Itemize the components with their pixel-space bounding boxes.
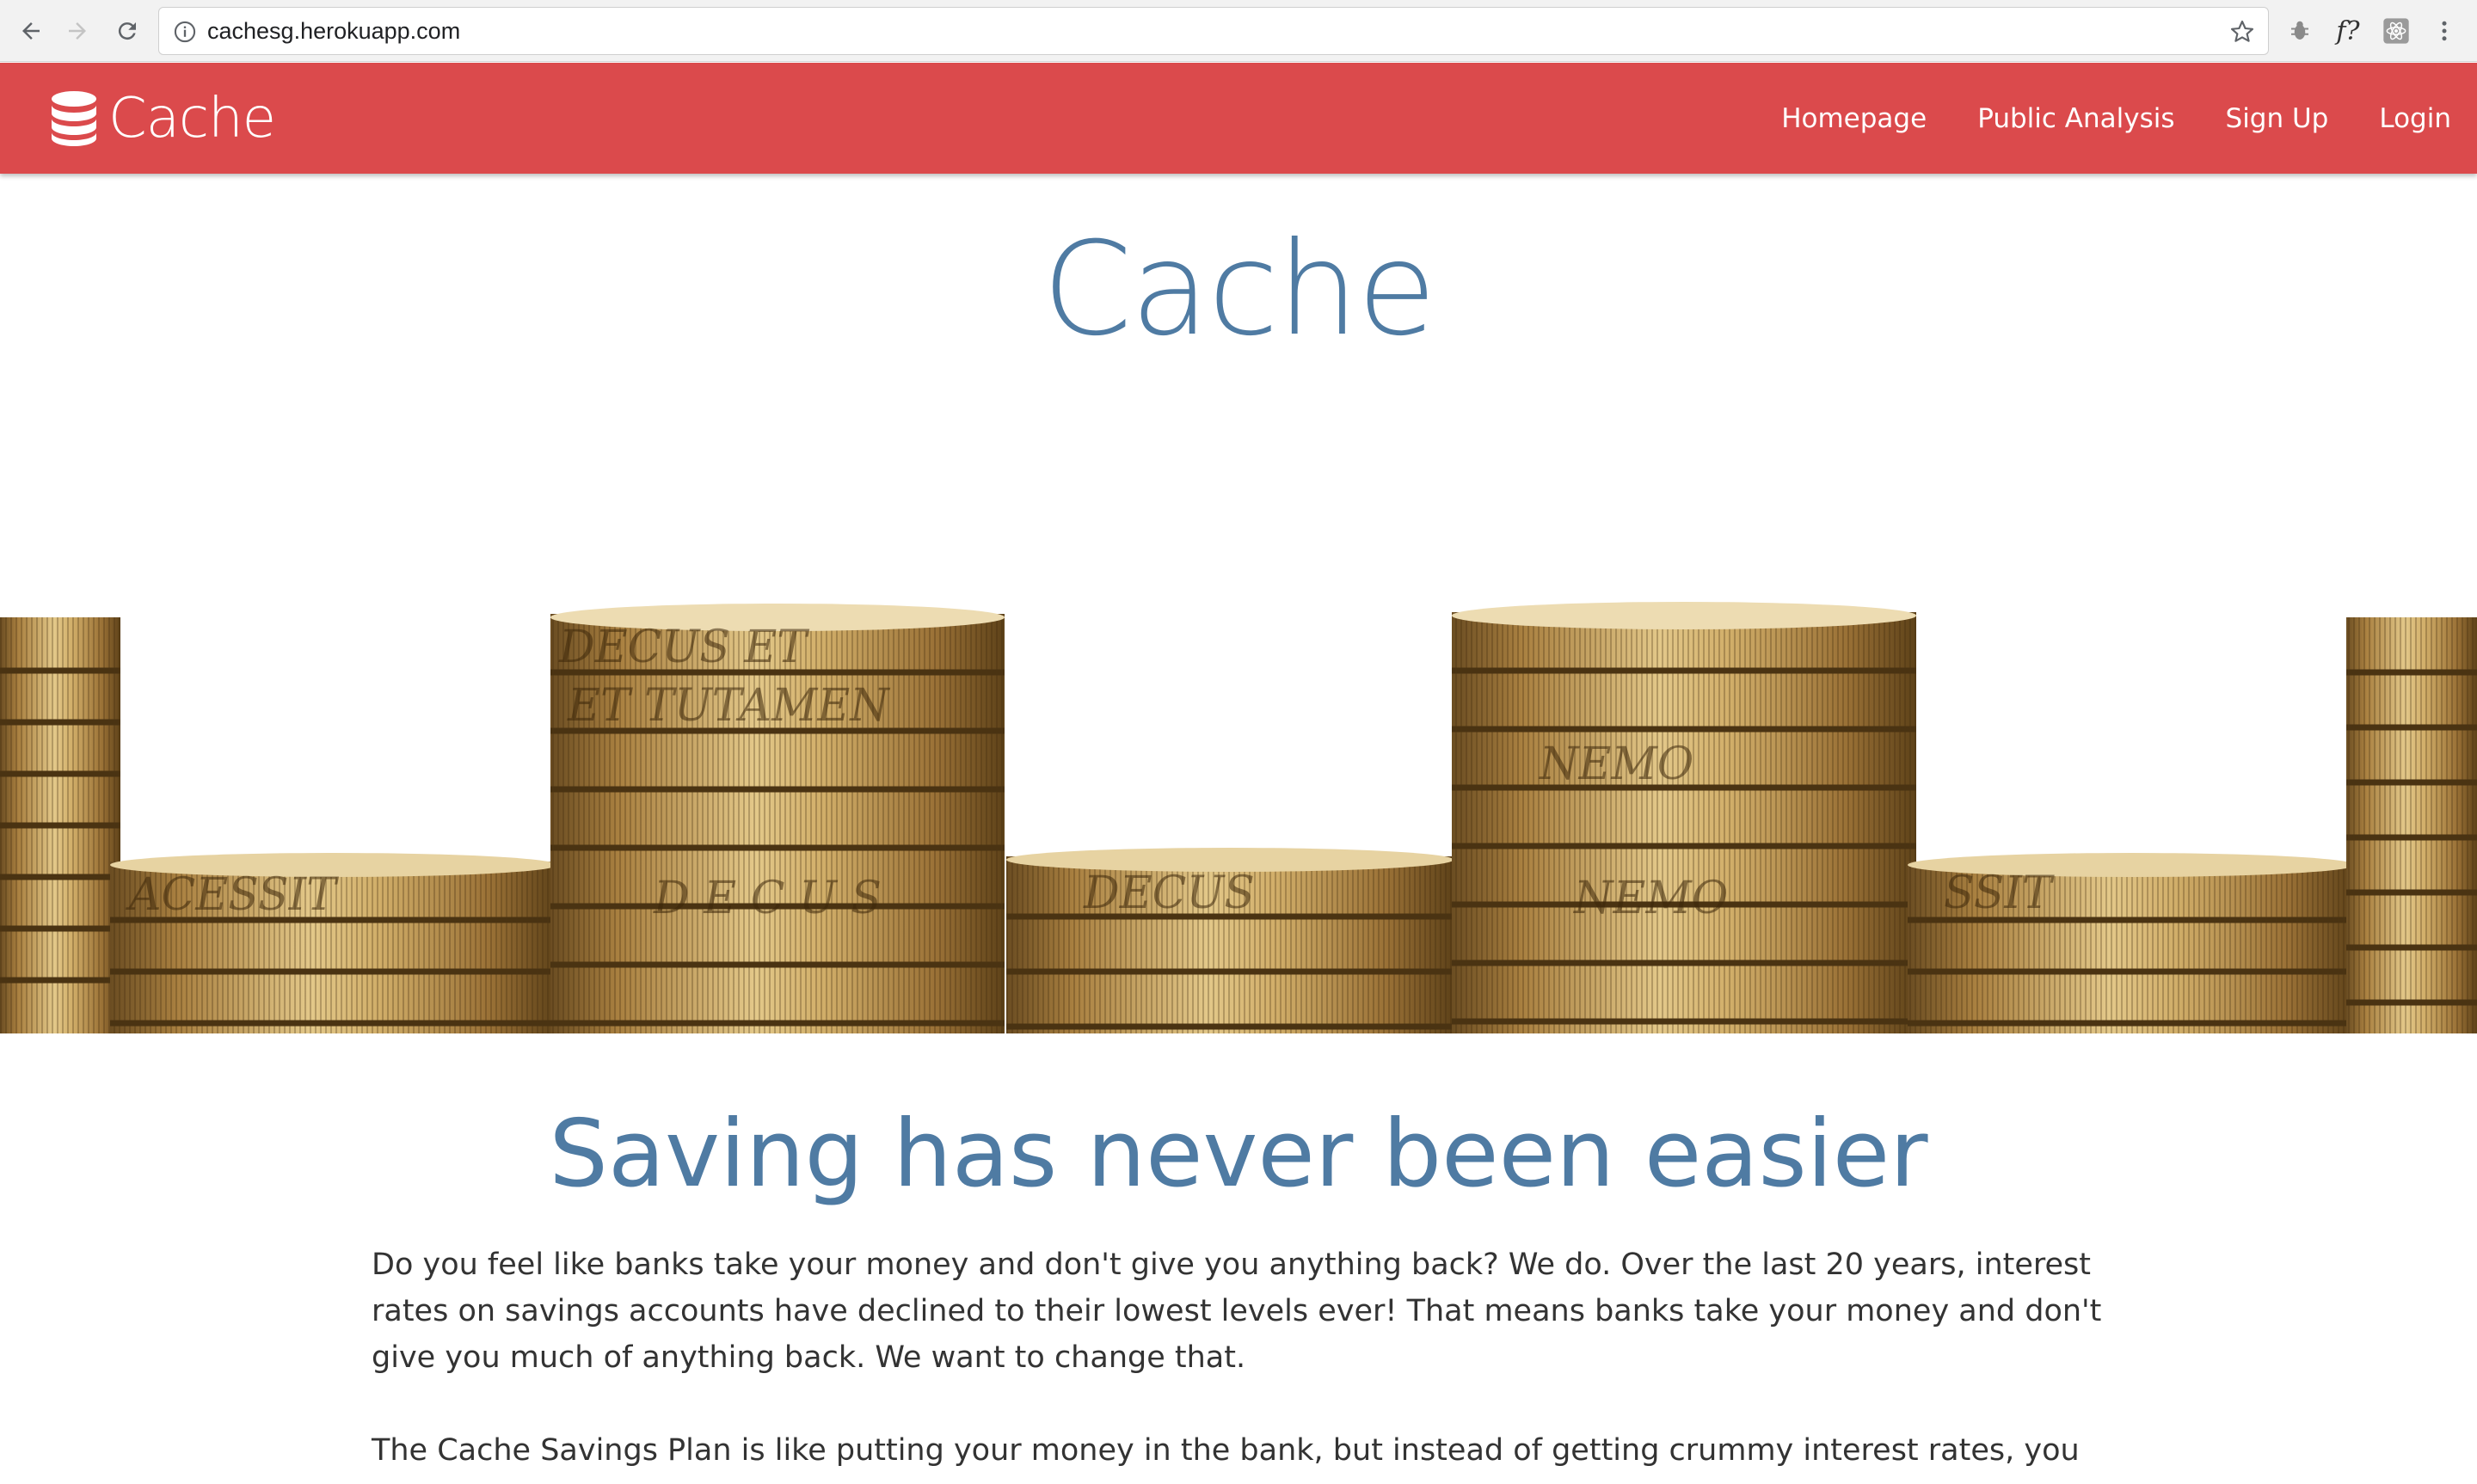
svg-text:ET TUTAMEN: ET TUTAMEN — [567, 680, 890, 732]
bookmark-star-icon[interactable] — [2228, 18, 2256, 46]
svg-text:SSIT: SSIT — [1944, 868, 2055, 919]
svg-text:NEMO: NEMO — [1538, 739, 1693, 790]
url-text[interactable]: cachesg.herokuapp.com — [207, 8, 460, 54]
coin-stack-5 — [1452, 602, 1916, 1033]
back-icon[interactable] — [14, 14, 48, 48]
database-icon — [52, 91, 96, 146]
forward-icon[interactable] — [60, 14, 95, 48]
svg-text:DECUS: DECUS — [1083, 868, 1255, 919]
coin-stack-1 — [0, 617, 120, 1033]
coin-stack-7 — [2346, 617, 2477, 1033]
nav-public-analysis[interactable]: Public Analysis — [1977, 103, 2174, 134]
section-headline: Saving has never been easier — [549, 1101, 1928, 1208]
svg-text:ACESSIT: ACESSIT — [126, 869, 339, 921]
address-bar[interactable]: cachesg.herokuapp.com — [158, 7, 2269, 55]
function-extension-icon[interactable]: f? — [2331, 14, 2365, 48]
react-extension-icon[interactable] — [2379, 14, 2413, 48]
svg-text:D E C U S: D E C U S — [653, 873, 882, 924]
nav-menu: Homepage Public Analysis Sign Up Login — [1730, 63, 2451, 174]
intro-paragraph: Do you feel like banks take your money a… — [372, 1248, 2102, 1375]
brand-name: Cache — [108, 87, 276, 150]
browser-toolbar: cachesg.herokuapp.com f? — [0, 0, 2477, 62]
site-navbar: Cache Homepage Public Analysis Sign Up L… — [0, 63, 2477, 174]
reload-icon[interactable] — [110, 14, 144, 48]
nav-login[interactable]: Login — [2379, 103, 2451, 134]
hero-title: Cache — [1042, 215, 1436, 365]
info-icon[interactable] — [173, 20, 197, 44]
menu-kebab-icon[interactable] — [2427, 14, 2462, 48]
svg-text:DECUS ET: DECUS ET — [558, 622, 809, 673]
nav-homepage[interactable]: Homepage — [1781, 103, 1927, 134]
savings-plan-paragraph: The Cache Savings Plan is like putting y… — [372, 1433, 2080, 1484]
brand-link[interactable]: Cache — [50, 87, 276, 150]
svg-text:NEMO: NEMO — [1572, 873, 1728, 924]
nav-sign-up[interactable]: Sign Up — [2226, 103, 2329, 134]
coin-stacks-banner-image: DECUS ET ET TUTAMEN ACESSIT D E C U S DE… — [0, 593, 2477, 1033]
bug-extension-icon[interactable] — [2283, 14, 2317, 48]
